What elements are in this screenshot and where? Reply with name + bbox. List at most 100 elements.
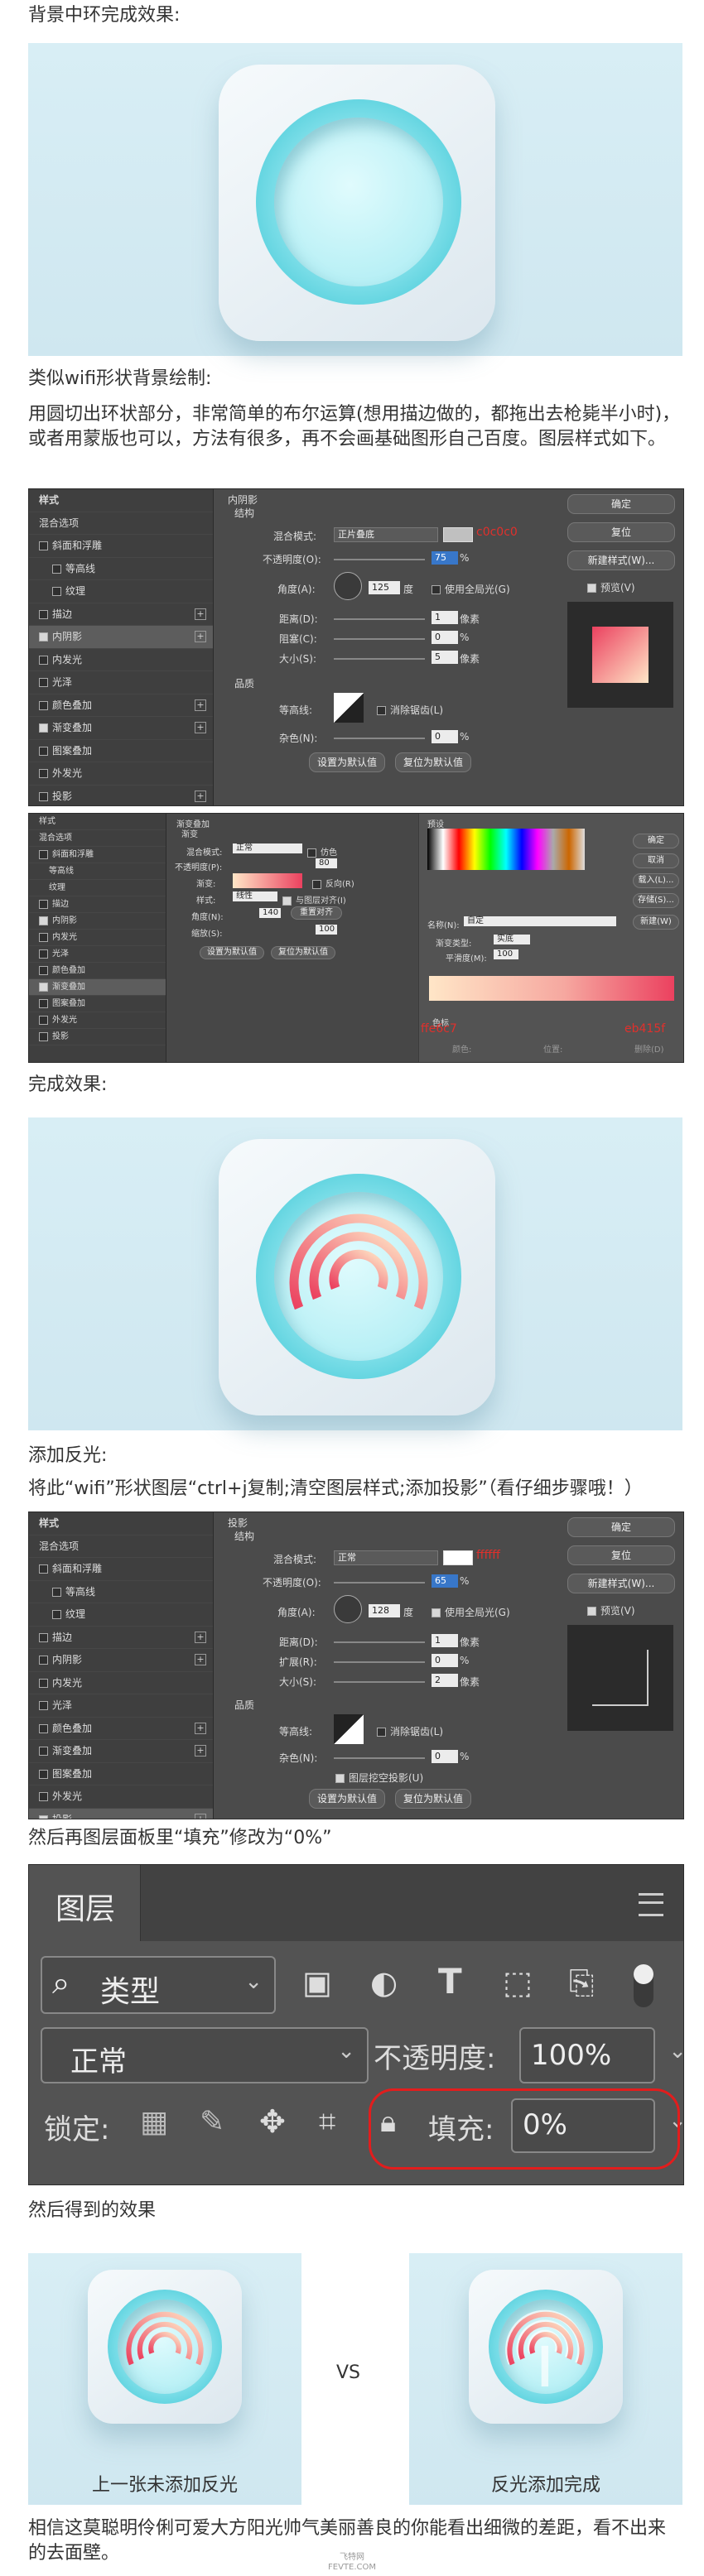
size-slider[interactable] [334, 658, 425, 660]
style-color-overlay[interactable]: 颜色叠加 + [29, 694, 213, 717]
angle-input[interactable]: 140 [259, 908, 281, 918]
name-input[interactable]: 自定 [464, 916, 616, 926]
style-pattern-overlay[interactable]: 图案叠加 [29, 740, 213, 762]
style-texture[interactable]: 纹理 [29, 880, 166, 896]
new-style-button[interactable]: 新建样式(W)... [567, 1574, 675, 1593]
opacity-slider[interactable] [334, 1582, 425, 1584]
new-button[interactable]: 新建(W) [633, 915, 679, 930]
style-color-overlay[interactable]: 颜色叠加 + [29, 1718, 213, 1740]
style-gradient-overlay[interactable]: 渐变叠加 [29, 979, 166, 996]
choke-input[interactable]: 0 [432, 631, 458, 644]
choke-slider[interactable] [334, 638, 425, 640]
reset-button[interactable]: 复位 [567, 1545, 675, 1565]
image-filter-icon[interactable]: ▣ [302, 1964, 332, 2001]
distance-slider[interactable] [334, 1641, 425, 1643]
style-stroke[interactable]: 描边 + [29, 603, 213, 626]
reset-default-button[interactable]: 复位为默认值 [271, 946, 335, 959]
set-default-button[interactable]: 设置为默认值 [309, 752, 385, 772]
blend-select[interactable]: 正常 [334, 1550, 438, 1565]
reset-align-button[interactable]: 重置对齐 [291, 906, 342, 920]
style-satin[interactable]: 光泽 [29, 1694, 213, 1718]
lock-transparent-icon[interactable]: ▦ [140, 2105, 168, 2139]
save-button[interactable]: 存储(S)... [633, 893, 679, 908]
spread-slider[interactable] [334, 1661, 425, 1663]
opacity-input[interactable]: 65 [432, 1574, 458, 1588]
cancel-button[interactable]: 取消 [633, 853, 679, 868]
noise-slider[interactable] [334, 738, 425, 739]
antialias[interactable]: 消除锯齿(L) [377, 703, 443, 717]
style-blend-options[interactable]: 混合选项 [29, 512, 213, 535]
opacity-input[interactable]: 80 [316, 858, 337, 868]
angle-dial[interactable] [334, 572, 362, 600]
type-select[interactable]: 实底 [494, 935, 530, 944]
opacity-slider[interactable] [334, 559, 425, 560]
style-contour[interactable]: 等高线 [29, 1581, 213, 1603]
gradient-bar[interactable] [429, 976, 674, 1001]
noise-input[interactable]: 0 [432, 730, 458, 743]
style-gradient-overlay[interactable]: 渐变叠加 + [29, 1740, 213, 1763]
angle-input[interactable]: 128 [369, 1604, 400, 1617]
size-input[interactable]: 5 [432, 651, 458, 664]
blend-mode-select[interactable]: 正常 ⌄ [41, 2027, 369, 2083]
tab-layers[interactable]: 图层 [29, 1865, 141, 1941]
ok-button[interactable]: 确定 [567, 494, 675, 514]
style-stroke[interactable]: 描边 + [29, 1627, 213, 1649]
preview-checkbox[interactable]: 预览(V) [587, 1603, 635, 1617]
global-light[interactable]: 使用全局光(G) [432, 1605, 510, 1619]
blend-select[interactable]: 正片叠底 [334, 527, 438, 542]
global-light[interactable]: 使用全局光(G) [432, 582, 510, 596]
style-satin[interactable]: 光泽 [29, 671, 213, 694]
angle-dial[interactable] [334, 1595, 362, 1623]
dither[interactable]: 仿色 [307, 845, 337, 858]
style-blend-options[interactable]: 混合选项 [29, 830, 166, 847]
gradient-swatch[interactable] [233, 873, 302, 888]
spread-input[interactable]: 0 [432, 1654, 458, 1667]
style-inner-shadow[interactable]: 内阴影 + [29, 626, 213, 649]
style-inner-shadow[interactable]: 内阴影 + [29, 1649, 213, 1672]
angle-input[interactable]: 125 [369, 581, 400, 594]
opacity-input[interactable]: 75 [432, 551, 458, 565]
align[interactable]: 与图层对齐(I) [282, 893, 346, 906]
style-select[interactable]: 线性 [233, 892, 277, 901]
preview-checkbox[interactable]: 预览(V) [587, 580, 635, 594]
knockout[interactable]: 图层挖空投影(U) [335, 1771, 423, 1785]
smooth-input[interactable]: 100 [494, 949, 518, 959]
style-drop-shadow[interactable]: 投影 + [29, 1808, 213, 1819]
style-inner-glow[interactable]: 内发光 [29, 1672, 213, 1694]
contour-preview[interactable] [334, 1714, 364, 1744]
color-swatch[interactable] [443, 1550, 473, 1565]
distance-slider[interactable] [334, 618, 425, 620]
style-gradient-overlay[interactable]: 渐变叠加 + [29, 717, 213, 740]
shape-filter-icon[interactable]: ⬚ [503, 1964, 533, 2001]
style-bevel[interactable]: 斜面和浮雕 [29, 847, 166, 863]
reverse[interactable]: 反向(R) [312, 877, 354, 889]
contour-preview[interactable] [334, 693, 364, 723]
set-default-button[interactable]: 设置为默认值 [200, 946, 264, 959]
style-pattern-overlay[interactable]: 图案叠加 [29, 996, 166, 1012]
smart-object-filter-icon[interactable]: ⎘ [569, 1964, 594, 2002]
lock-artboard-icon[interactable]: ⌗ [319, 2105, 335, 2140]
distance-input[interactable]: 1 [432, 611, 458, 624]
size-input[interactable]: 2 [432, 1674, 458, 1687]
set-default-button[interactable]: 设置为默认值 [309, 1789, 385, 1809]
lock-move-icon[interactable]: ✥ [259, 2103, 286, 2140]
style-bevel[interactable]: 斜面和浮雕 [29, 535, 213, 558]
ok-button[interactable]: 确定 [633, 834, 679, 848]
opacity-input[interactable]: 100% ⌄ [519, 2027, 683, 2083]
blend-select[interactable]: 正常 [233, 843, 302, 853]
style-color-overlay[interactable]: 颜色叠加 [29, 963, 166, 979]
reset-default-button[interactable]: 复位为默认值 [395, 1789, 471, 1809]
new-style-button[interactable]: 新建样式(W)... [567, 550, 675, 570]
type-filter-icon[interactable]: T [438, 1961, 462, 2002]
style-inner-glow[interactable]: 内发光 [29, 930, 166, 946]
preset-grid[interactable] [427, 829, 585, 870]
scale-input[interactable]: 100 [316, 925, 337, 935]
style-texture[interactable]: 纹理 [29, 580, 213, 603]
distance-input[interactable]: 1 [432, 1634, 458, 1647]
filter-toggle[interactable] [634, 1964, 653, 2007]
adjustment-filter-icon[interactable]: ◐ [370, 1964, 398, 2001]
lock-paint-icon[interactable]: ✎ [200, 2105, 224, 2139]
antialias[interactable]: 消除锯齿(L) [377, 1724, 443, 1738]
reset-button[interactable]: 复位 [567, 522, 675, 542]
style-outer-glow[interactable]: 外发光 [29, 1012, 166, 1029]
